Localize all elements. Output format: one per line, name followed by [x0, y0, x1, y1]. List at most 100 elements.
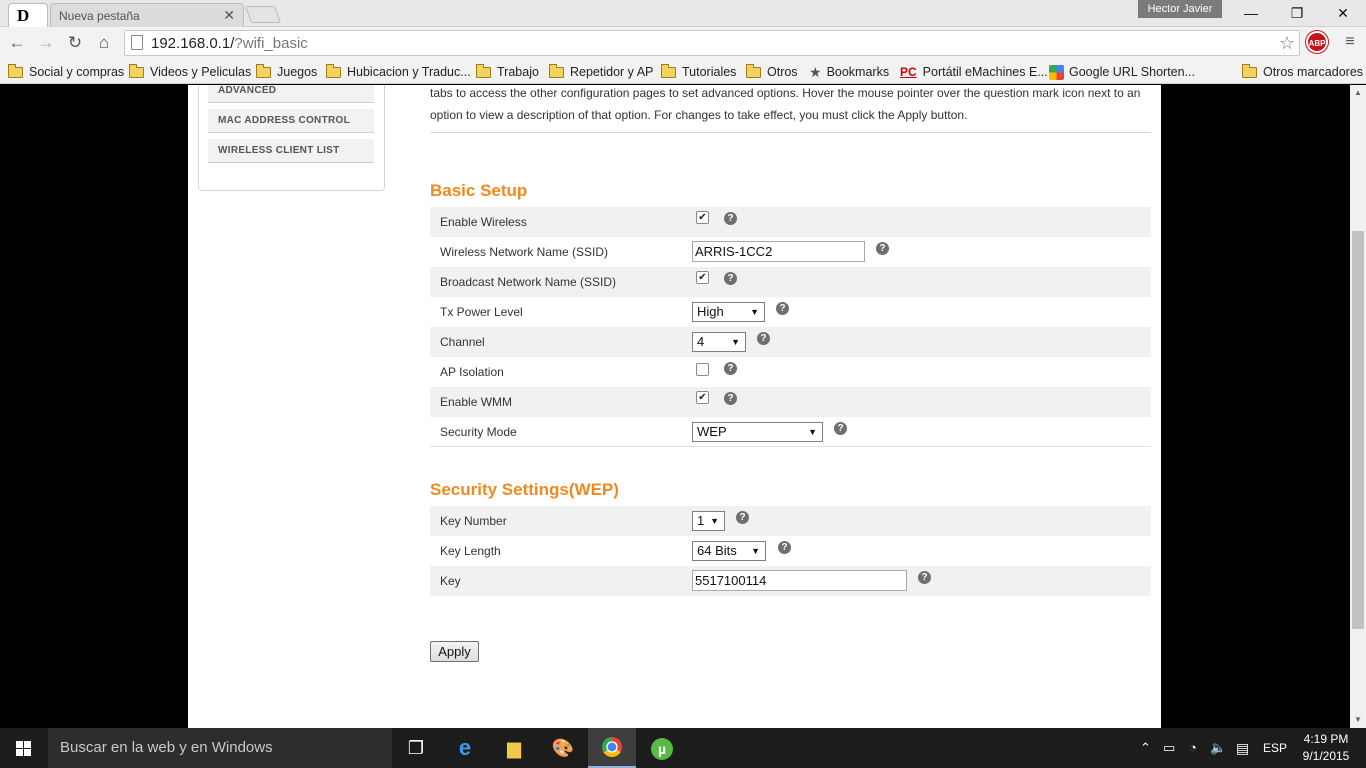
folder-icon	[1241, 63, 1257, 78]
row-channel: Channel 4 ▼ ?	[430, 327, 1151, 357]
file-explorer-icon[interactable]: ▆	[490, 728, 538, 768]
ssid-input[interactable]: ARRIS-1CC2	[692, 241, 865, 262]
home-icon[interactable]: ⌂	[92, 31, 116, 55]
help-icon[interactable]: ?	[724, 392, 737, 405]
clock-time: 4:19 PM	[1303, 732, 1349, 746]
bookmark-folder[interactable]: Tutoriales	[660, 62, 736, 82]
row-ap-isolation: AP Isolation ?	[430, 357, 1151, 387]
profile-badge[interactable]: Hector Javier	[1138, 0, 1222, 18]
help-icon[interactable]: ?	[724, 362, 737, 375]
show-hidden-icons-icon[interactable]: ⌃	[1140, 728, 1151, 768]
language-indicator[interactable]: ESP	[1263, 728, 1287, 768]
bookmark-star-icon[interactable]: ☆	[1279, 33, 1295, 54]
enable-wmm-checkbox[interactable]: ✔	[696, 391, 709, 404]
security-settings-title: Security Settings(WEP)	[430, 480, 619, 499]
bookmark-item[interactable]: PC Portátil eMachines E...	[900, 62, 1048, 82]
wifi-icon[interactable]: ◔	[1189, 728, 1197, 768]
dropdown-arrow-icon: ▼	[710, 516, 719, 526]
page-scrollbar[interactable]: ▲ ▼	[1350, 85, 1366, 728]
enable-wireless-label: Enable Wireless	[440, 215, 527, 229]
paint-icon[interactable]: 🎨	[539, 728, 587, 768]
d-favicon-icon: D	[17, 5, 30, 25]
bookmark-folder[interactable]: Trabajo	[475, 62, 539, 82]
bookmark-folder[interactable]: Videos y Peliculas	[128, 62, 251, 82]
help-icon[interactable]: ?	[736, 511, 749, 524]
adblock-extension-icon[interactable]: ABP	[1306, 31, 1328, 53]
taskbar-clock[interactable]: 4:19 PM 9/1/2015	[1290, 731, 1362, 765]
tab-nueva-pestana[interactable]: Nueva pestaña ✕	[50, 3, 244, 27]
row-ssid: Wireless Network Name (SSID) ARRIS-1CC2 …	[430, 237, 1151, 267]
new-tab-button[interactable]	[244, 6, 282, 23]
page-viewport: ADVANCED MAC ADDRESS CONTROL WIRELESS CL…	[0, 85, 1350, 728]
chrome-menu-icon[interactable]: ≡	[1340, 32, 1360, 52]
bookmark-folder[interactable]: Social y compras	[7, 62, 124, 82]
help-icon[interactable]: ?	[724, 272, 737, 285]
reload-icon[interactable]: ↻	[63, 31, 87, 55]
key-length-select[interactable]: 64 Bits ▼	[692, 541, 766, 561]
folder-icon	[745, 63, 761, 78]
close-window-button[interactable]: ✕	[1320, 0, 1366, 27]
scroll-down-icon[interactable]: ▼	[1354, 715, 1362, 724]
security-mode-select[interactable]: WEP ▼	[692, 422, 823, 442]
edge-icon[interactable]: e	[441, 728, 489, 768]
bookmark-item[interactable]: ★ Bookmarks	[809, 62, 889, 82]
help-icon[interactable]: ?	[918, 571, 931, 584]
router-page: ADVANCED MAC ADDRESS CONTROL WIRELESS CL…	[188, 85, 1161, 728]
star-icon: ★	[809, 64, 822, 80]
bookmarks-bar: Social y compras Videos y Peliculas Jueg…	[0, 59, 1366, 84]
windows-taskbar: Buscar en la web y en Windows ❐ e ▆ 🎨 µ …	[0, 728, 1366, 768]
row-enable-wireless: Enable Wireless ✔ ?	[430, 207, 1151, 237]
bookmark-folder[interactable]: Otros marcadores	[1241, 62, 1363, 82]
bookmark-folder[interactable]: Repetidor y AP	[548, 62, 653, 82]
help-icon[interactable]: ?	[724, 212, 737, 225]
bookmark-folder[interactable]: Juegos	[255, 62, 317, 82]
forward-arrow-icon[interactable]: →	[34, 31, 58, 55]
browser-titlebar: D Nueva pestaña ✕ Hector Javier — ❐ ✕	[0, 0, 1366, 27]
enable-wireless-checkbox[interactable]: ✔	[696, 211, 709, 224]
key-length-label: Key Length	[440, 544, 501, 558]
chrome-icon[interactable]	[588, 728, 636, 768]
task-view-icon[interactable]: ❐	[392, 728, 440, 768]
folder-icon	[255, 63, 271, 78]
divider	[430, 132, 1151, 133]
sidebar-item-mac-address-control[interactable]: MAC ADDRESS CONTROL	[208, 109, 374, 133]
bookmark-folder[interactable]: Otros	[745, 62, 798, 82]
battery-icon[interactable]: ▭	[1163, 728, 1175, 768]
notifications-icon[interactable]: ▤	[1236, 728, 1249, 768]
help-icon[interactable]: ?	[834, 422, 847, 435]
start-button[interactable]	[0, 728, 48, 768]
pc-favicon-icon: PC	[900, 65, 917, 79]
bookmark-folder[interactable]: Hubicacion y Traduc...	[325, 62, 471, 82]
channel-select[interactable]: 4 ▼	[692, 332, 746, 352]
taskbar-search-input[interactable]: Buscar en la web y en Windows	[48, 728, 392, 768]
help-icon[interactable]: ?	[876, 242, 889, 255]
key-input[interactable]: 5517100114	[692, 570, 907, 591]
folder-icon	[548, 63, 564, 78]
help-icon[interactable]: ?	[776, 302, 789, 315]
key-number-select[interactable]: 1 ▼	[692, 511, 725, 531]
help-icon[interactable]: ?	[757, 332, 770, 345]
close-tab-icon[interactable]: ✕	[223, 7, 235, 24]
minimize-button[interactable]: —	[1228, 0, 1274, 27]
sidebar-item-advanced[interactable]: ADVANCED	[208, 85, 374, 103]
bookmark-item[interactable]: Google URL Shorten...	[1049, 62, 1195, 82]
tx-power-select[interactable]: High ▼	[692, 302, 765, 322]
volume-icon[interactable]: 🔈	[1210, 728, 1226, 768]
clock-date: 9/1/2015	[1302, 749, 1350, 763]
back-arrow-icon[interactable]: ←	[5, 31, 29, 55]
ap-isolation-checkbox[interactable]	[696, 363, 709, 376]
broadcast-ssid-checkbox[interactable]: ✔	[696, 271, 709, 284]
folder-icon	[128, 63, 144, 78]
help-icon[interactable]: ?	[778, 541, 791, 554]
tab-active[interactable]: D	[8, 3, 48, 27]
apply-button[interactable]: Apply	[430, 641, 479, 662]
utorrent-icon[interactable]: µ	[638, 728, 686, 768]
scroll-thumb[interactable]	[1352, 231, 1364, 629]
row-key-length: Key Length 64 Bits ▼ ?	[430, 536, 1151, 566]
sidebar-item-wireless-client-list[interactable]: WIRELESS CLIENT LIST	[208, 139, 374, 163]
folder-icon	[7, 63, 23, 78]
address-bar[interactable]: 192.168.0.1/?wifi_basic ☆	[124, 30, 1300, 56]
restore-button[interactable]: ❐	[1274, 0, 1320, 27]
scroll-up-icon[interactable]: ▲	[1354, 88, 1362, 97]
google-favicon-icon	[1049, 64, 1064, 80]
